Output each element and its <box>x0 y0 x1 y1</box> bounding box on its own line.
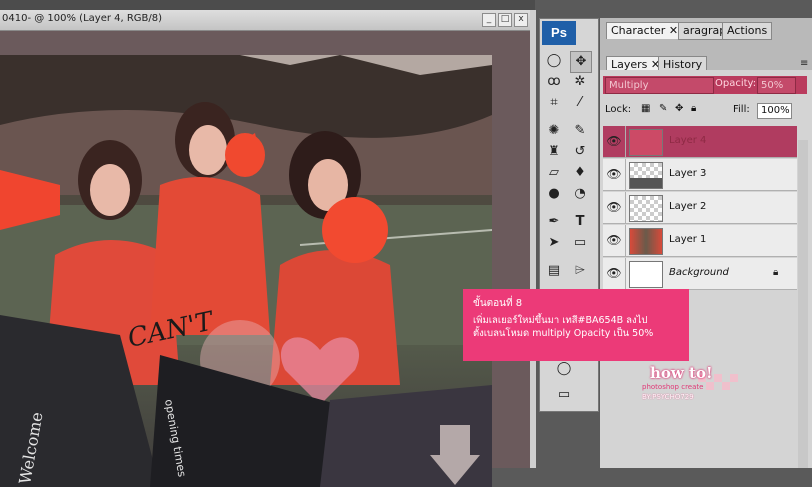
paint-bucket-icon[interactable]: ♦ <box>570 163 590 183</box>
healing-brush-icon[interactable]: ✺ <box>544 121 564 141</box>
photo-artwork: Welcome opening times CAN'T <box>0 55 492 487</box>
document-title: 0410- @ 100% (Layer 4, RGB/8) <box>2 13 163 24</box>
lock-label: Lock: <box>605 104 632 115</box>
layer-row-background[interactable]: 👁︎ Background 🔒︎ <box>603 258 797 290</box>
layer-thumbnail <box>629 228 663 255</box>
brush-icon[interactable]: ✎ <box>570 121 590 141</box>
layer-name: Layer 4 <box>669 135 707 146</box>
canvas-area[interactable]: Welcome opening times CAN'T <box>0 31 530 487</box>
magic-wand-icon[interactable]: ✲ <box>570 72 590 92</box>
callout-title: ขั้นตอนที่ 8 <box>473 298 523 309</box>
tab-label: Actions <box>727 24 768 37</box>
document-titlebar[interactable]: 0410- @ 100% (Layer 4, RGB/8) _ □ x <box>0 10 530 31</box>
eye-icon[interactable]: 👁︎ <box>603 159 626 190</box>
move-tool-icon[interactable]: ✥ <box>570 51 592 73</box>
layer-name: Layer 3 <box>669 168 707 179</box>
document-window: 0410- @ 100% (Layer 4, RGB/8) _ □ x Welc… <box>0 0 535 487</box>
path-selection-icon[interactable]: ➤ <box>544 233 564 253</box>
layer-row-layer-1[interactable]: 👁︎ Layer 1 <box>603 225 797 257</box>
watermark-title: how to! <box>650 364 713 382</box>
callout-line-1: เพิ่มเลเยอร์ใหม่ขึ้นมา เทสี#BA654B ลงไป <box>473 315 648 326</box>
blur-icon[interactable]: ● <box>544 184 564 204</box>
step-callout: ขั้นตอนที่ 8 เพิ่มเลเยอร์ใหม่ขึ้นมา เทสี… <box>463 289 689 361</box>
eye-icon[interactable]: 👁︎ <box>603 225 626 256</box>
thumbnail-content <box>630 178 662 188</box>
notes-icon[interactable]: ▤ <box>544 261 564 281</box>
document-scrollbar[interactable] <box>530 10 536 468</box>
slice-icon[interactable]: ⁄ <box>570 93 590 113</box>
eye-icon[interactable]: 👁︎ <box>603 126 626 157</box>
close-tab-icon[interactable]: ✕ <box>669 24 678 37</box>
blend-mode-select[interactable]: Multiply <box>605 77 714 94</box>
eye-icon[interactable]: 👁︎ <box>603 192 626 223</box>
crop-icon[interactable]: ⌗ <box>544 93 564 113</box>
lasso-icon[interactable]: ꝏ <box>544 72 564 92</box>
watermark-author: BY:PSYCHO729 <box>642 393 694 401</box>
minimize-button[interactable]: _ <box>482 13 496 27</box>
fill-label: Fill: <box>733 104 750 115</box>
lock-row: Lock: ▦ ✎ ✥ 🔒︎ Fill: 100% <box>603 102 807 120</box>
clone-stamp-icon[interactable]: ♜ <box>544 142 564 162</box>
lock-icon: 🔒︎ <box>773 267 779 278</box>
layer-row-layer-4[interactable]: 👁︎ Layer 4 <box>603 126 797 158</box>
watermark-logo: how to! photoshop create BY:PSYCHO729 <box>636 364 752 410</box>
layer-row-layer-3[interactable]: 👁︎ Layer 3 <box>603 159 797 191</box>
lock-transparent-icon[interactable]: ▦ <box>641 103 650 114</box>
opacity-label: Opacity: <box>715 78 757 89</box>
fill-input[interactable]: 100% <box>757 103 792 119</box>
blend-row: Multiply Opacity: 50% <box>603 76 807 94</box>
layer-thumbnail <box>629 162 663 189</box>
quick-mask-icon[interactable]: ◯ <box>554 359 574 379</box>
tab-label: Character <box>611 24 666 37</box>
lock-all-icon[interactable]: 🔒︎ <box>691 103 696 114</box>
lock-pixels-icon[interactable]: ✎ <box>659 103 667 114</box>
eraser-icon[interactable]: ▱ <box>544 163 564 183</box>
close-button[interactable]: x <box>514 13 528 27</box>
history-brush-icon[interactable]: ↺ <box>570 142 590 162</box>
rectangle-shape-icon[interactable]: ▭ <box>570 233 590 253</box>
tab-actions[interactable]: Actions <box>722 22 773 40</box>
layer-row-layer-2[interactable]: 👁︎ Layer 2 <box>603 192 797 224</box>
watermark-subtitle: photoshop create <box>642 383 704 391</box>
eye-icon[interactable]: 👁︎ <box>603 258 626 289</box>
type-tool-icon[interactable]: T <box>570 212 590 232</box>
canvas-image[interactable]: Welcome opening times CAN'T <box>0 55 492 487</box>
layer-thumbnail <box>629 195 663 222</box>
layer-name: Background <box>669 267 729 278</box>
callout-body: เพิ่มเลเยอร์ใหม่ขึ้นมา เทสี#BA654B ลงไป … <box>473 314 685 340</box>
panel-menu-icon[interactable]: ≡ <box>800 58 808 69</box>
callout-line-2: ตั้งเบลนโหมด multiply Opacity เป็น 50% <box>473 328 654 339</box>
layer-thumbnail <box>629 261 663 288</box>
eyedropper-icon[interactable]: ⌲ <box>570 261 590 281</box>
pen-icon[interactable]: ✒ <box>544 212 564 232</box>
layer-name: Layer 2 <box>669 201 707 212</box>
elliptical-marquee-icon[interactable]: ◯ <box>544 51 564 71</box>
layers-scrollbar[interactable] <box>798 140 808 468</box>
photoshop-logo: Ps <box>542 21 576 45</box>
lock-position-icon[interactable]: ✥ <box>675 103 683 114</box>
dodge-icon[interactable]: ◔ <box>570 184 590 204</box>
layer-name: Layer 1 <box>669 234 707 245</box>
layer-thumbnail <box>629 129 663 156</box>
maximize-button[interactable]: □ <box>498 13 512 27</box>
screen-mode-icon[interactable]: ▭ <box>554 385 574 405</box>
tab-character[interactable]: Character ✕ <box>606 22 684 39</box>
opacity-input[interactable]: 50% <box>757 77 796 94</box>
